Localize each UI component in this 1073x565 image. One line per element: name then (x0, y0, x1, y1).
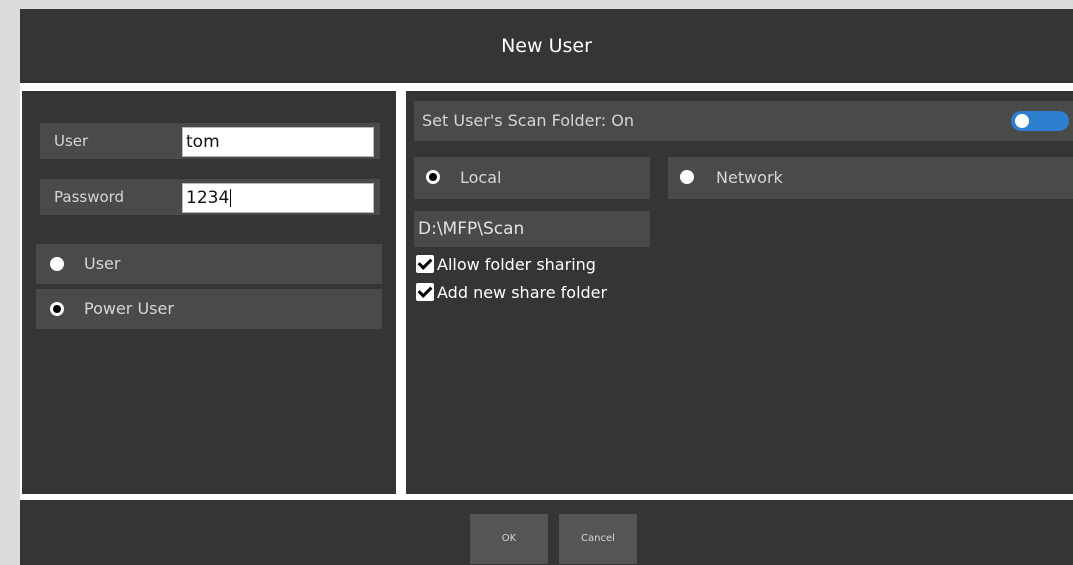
dialog-title-bar: New User (20, 9, 1073, 83)
text-caret (230, 189, 232, 207)
dialog-title: New User (501, 35, 592, 57)
location-option-local[interactable]: Local (414, 157, 650, 199)
user-field-row: User tom (40, 123, 380, 159)
radio-unselected-icon (50, 257, 64, 271)
radio-selected-icon (426, 170, 440, 184)
new-user-dialog: New User User tom Password 1234 User Pow… (20, 9, 1073, 565)
password-field-row: Password 1234 (40, 179, 380, 215)
location-option-label: Network (716, 168, 783, 187)
ok-button[interactable]: OK (470, 514, 548, 564)
toggle-knob (1015, 114, 1029, 128)
allow-folder-sharing-checkbox[interactable]: Allow folder sharing (416, 253, 596, 275)
checkbox-checked-icon (416, 255, 434, 273)
checkbox-label: Add new share folder (437, 282, 608, 302)
scan-folder-path[interactable]: D:\MFP\Scan (414, 211, 650, 247)
location-option-network[interactable]: Network (668, 157, 1073, 199)
role-option-power-user[interactable]: Power User (36, 289, 382, 329)
role-option-user[interactable]: User (36, 244, 382, 284)
dialog-footer: OK Cancel (20, 500, 1073, 565)
account-panel: User tom Password 1234 User Power User (22, 91, 396, 494)
checkbox-label: Allow folder sharing (437, 254, 596, 274)
password-field-label: Password (54, 188, 125, 206)
user-field-label: User (54, 132, 89, 150)
add-new-share-folder-checkbox[interactable]: Add new share folder (416, 281, 607, 303)
scan-folder-toggle[interactable] (1011, 111, 1069, 131)
radio-selected-icon (50, 302, 64, 316)
user-name-input[interactable]: tom (182, 127, 374, 157)
password-input[interactable]: 1234 (182, 183, 374, 213)
scan-folder-panel: Set User's Scan Folder: On Local Network… (406, 91, 1073, 494)
cancel-button[interactable]: Cancel (559, 514, 637, 564)
role-option-label: Power User (84, 299, 174, 318)
scan-folder-header: Set User's Scan Folder: On (414, 101, 1073, 141)
location-option-label: Local (460, 168, 502, 187)
checkbox-checked-icon (416, 283, 434, 301)
scan-folder-header-label: Set User's Scan Folder: On (422, 111, 635, 130)
role-option-label: User (84, 254, 121, 273)
radio-unselected-icon (680, 170, 694, 184)
